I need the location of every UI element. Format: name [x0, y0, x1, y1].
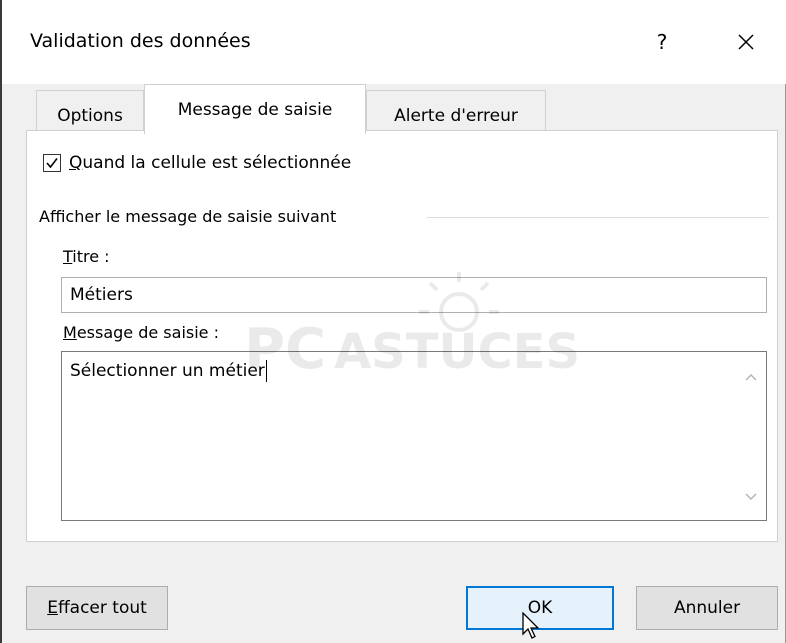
- message-scrollbar[interactable]: [736, 352, 766, 520]
- tab-options[interactable]: Options: [36, 90, 144, 130]
- message-textarea[interactable]: Sélectionner un métier: [61, 351, 767, 521]
- tab-options-label: Options: [57, 105, 123, 126]
- scroll-down-button[interactable]: [736, 482, 766, 512]
- group-divider: [427, 217, 769, 218]
- tab-message-label: Message de saisie: [177, 99, 333, 120]
- text-caret: [265, 360, 267, 382]
- help-button[interactable]: ?: [642, 22, 682, 62]
- show-message-checkbox-label: Quand la cellule est sélectionnée: [69, 153, 351, 173]
- message-label: Message de saisie :: [63, 323, 219, 342]
- close-button[interactable]: [724, 22, 768, 62]
- titre-label: Titre :: [63, 247, 110, 266]
- chevron-down-icon: [745, 493, 757, 501]
- titre-label-rest: itre :: [72, 247, 110, 266]
- cancel-label: Annuler: [673, 598, 741, 618]
- message-value-wrap: Sélectionner un métier: [70, 360, 267, 382]
- access-key-m: M: [63, 323, 77, 342]
- help-icon: ?: [656, 30, 668, 54]
- access-key-t: T: [63, 247, 73, 266]
- titre-input[interactable]: Métiers: [61, 277, 767, 313]
- dialog-title: Validation des données: [30, 30, 251, 52]
- message-label-rest: essage de saisie :: [76, 323, 219, 342]
- tab-alerte-label: Alerte d'erreur: [394, 105, 518, 126]
- access-key-e: E: [47, 598, 58, 618]
- clear-all-label: Effacer tout: [47, 598, 147, 618]
- titre-value: Métiers: [70, 285, 133, 305]
- group-label: Afficher le message de saisie suivant: [39, 207, 345, 226]
- checkmark-icon: [46, 158, 58, 169]
- close-icon: [738, 34, 754, 50]
- clear-all-button[interactable]: Effacer tout: [26, 586, 168, 630]
- message-value: Sélectionner un métier: [70, 361, 265, 381]
- show-message-checkbox[interactable]: [43, 154, 61, 172]
- access-key-q: Q: [69, 153, 83, 173]
- title-bar: Validation des données ?: [2, 0, 786, 84]
- tab-alerte-erreur[interactable]: Alerte d'erreur: [366, 90, 546, 130]
- scroll-up-button[interactable]: [736, 362, 766, 392]
- tab-panel: Quand la cellule est sélectionnée Affich…: [26, 130, 778, 542]
- clear-all-label-rest: ffacer tout: [57, 598, 147, 618]
- cancel-button[interactable]: Annuler: [636, 586, 778, 630]
- checkbox-label-rest: uand la cellule est sélectionnée: [82, 153, 352, 173]
- tab-message-de-saisie[interactable]: Message de saisie: [144, 84, 366, 134]
- show-message-checkbox-row[interactable]: Quand la cellule est sélectionnée: [43, 153, 351, 173]
- mouse-pointer-icon: [522, 612, 540, 639]
- chevron-up-icon: [745, 373, 757, 381]
- data-validation-dialog: Validation des données ? Options Message…: [0, 0, 786, 643]
